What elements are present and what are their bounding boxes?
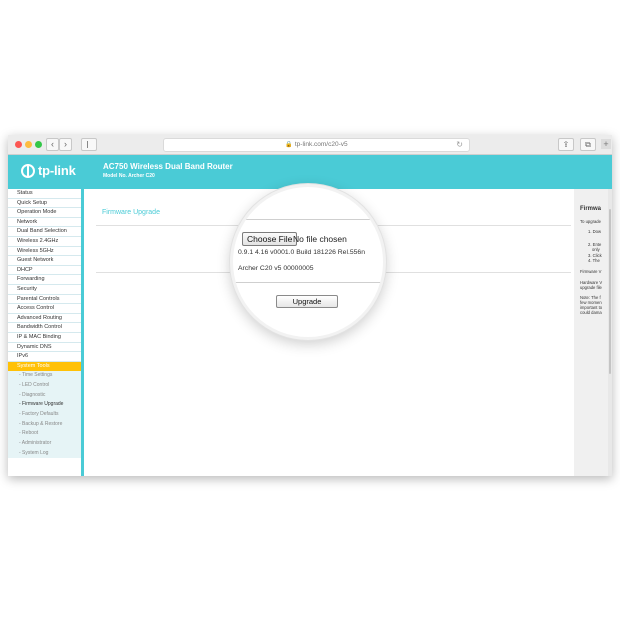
browser-toolbar: ‹ › 🔒 tp-link.com/c20-v5 ↻ ⇪ ⧉ + <box>8 135 612 155</box>
subitem-backup-restore[interactable]: - Backup & Restore <box>8 420 81 430</box>
sidebar-item-forwarding[interactable]: Forwarding <box>8 275 81 285</box>
help-line: only <box>592 247 600 252</box>
reload-icon[interactable]: ↻ <box>456 139 463 151</box>
sidebar-item-quick-setup[interactable]: Quick Setup <box>8 199 81 209</box>
system-tools-submenu: - Time Settings - LED Control - Diagnost… <box>8 371 81 459</box>
sidebar-item-ipv6[interactable]: IPv6 <box>8 352 81 362</box>
sidebar-item-system-tools[interactable]: System Tools <box>8 361 81 372</box>
sidebar-item-status[interactable]: Status <box>8 189 81 199</box>
help-scrollbar[interactable] <box>608 189 612 476</box>
address-bar[interactable]: 🔒 tp-link.com/c20-v5 ↻ <box>163 138 470 152</box>
share-icon[interactable]: ⇪ <box>558 138 574 151</box>
close-window-button[interactable] <box>15 141 22 148</box>
new-tab-icon[interactable]: + <box>601 139 611 149</box>
firmware-version: 0.9.1 4.16 v0001.0 Build 181226 Rel.556n <box>238 249 365 256</box>
sidebar-item-dhcp[interactable]: DHCP <box>8 266 81 276</box>
sidebar-item-ip-mac-binding[interactable]: IP & MAC Binding <box>8 333 81 343</box>
sidebar-menu: Status Quick Setup Operation Mode Networ… <box>8 189 84 476</box>
help-line: 1. Dow <box>588 229 602 234</box>
sidebar-item-advanced-routing[interactable]: Advanced Routing <box>8 314 81 324</box>
sidebar-item-network[interactable]: Network <box>8 218 81 228</box>
zoom-window-button[interactable] <box>35 141 42 148</box>
model-number: Model No. Archer C20 <box>103 173 155 179</box>
sidebar-item-bandwidth-control[interactable]: Bandwidth Control <box>8 323 81 333</box>
product-title: AC750 Wireless Dual Band Router <box>103 162 233 171</box>
subitem-diagnostic[interactable]: - Diagnostic <box>8 391 81 401</box>
help-line: 4. The <box>588 258 600 263</box>
help-line: Firmware V <box>580 269 602 274</box>
subitem-time-settings[interactable]: - Time Settings <box>8 371 81 381</box>
page-title: Firmware Upgrade <box>102 209 160 216</box>
tp-link-logo-icon <box>21 164 35 178</box>
sidebar-item-wireless-5ghz[interactable]: Wireless 5GHz <box>8 247 81 257</box>
subitem-administrator[interactable]: - Administrator <box>8 439 81 449</box>
divider <box>233 282 383 283</box>
sidebar-item-dynamic-dns[interactable]: Dynamic DNS <box>8 343 81 353</box>
help-line: upgrade file <box>580 285 602 290</box>
subitem-factory-defaults[interactable]: - Factory Defaults <box>8 410 81 420</box>
scrollbar-thumb[interactable] <box>609 209 611 374</box>
back-arrow-icon[interactable]: ‹ <box>46 138 59 151</box>
sidebar-item-security[interactable]: Security <box>8 285 81 295</box>
sidebar-item-parental-controls[interactable]: Parental Controls <box>8 295 81 305</box>
logo-text: tp-link <box>38 163 76 178</box>
divider <box>233 219 383 220</box>
tabs-overview-icon[interactable]: ⧉ <box>580 138 596 151</box>
lock-icon: 🔒 <box>285 142 293 148</box>
no-file-text: No file chosen <box>293 234 347 244</box>
sidebar-item-dual-band-selection[interactable]: Dual Band Selection <box>8 227 81 237</box>
subitem-firmware-upgrade[interactable]: - Firmware Upgrade <box>8 400 81 410</box>
sidebar-item-wireless-24ghz[interactable]: Wireless 2.4GHz <box>8 237 81 247</box>
subitem-reboot[interactable]: - Reboot <box>8 429 81 439</box>
sidebar-item-operation-mode[interactable]: Operation Mode <box>8 208 81 218</box>
help-line: could dama <box>580 310 602 315</box>
help-line: To upgrade <box>580 219 601 224</box>
choose-file-button[interactable]: Choose File <box>242 232 298 246</box>
subitem-led-control[interactable]: - LED Control <box>8 381 81 391</box>
minimize-window-button[interactable] <box>25 141 32 148</box>
help-title: Firmwa <box>580 206 602 212</box>
forward-arrow-icon[interactable]: › <box>59 138 72 151</box>
help-panel: Firmwa To upgrade 1. Dow 2. Ente only 3.… <box>574 189 612 476</box>
subitem-system-log[interactable]: - System Log <box>8 449 81 459</box>
upgrade-button[interactable]: Upgrade <box>276 295 338 308</box>
sidebar-item-access-control[interactable]: Access Control <box>8 304 81 314</box>
hardware-version: Archer C20 v5 00000005 <box>238 265 314 272</box>
magnifier-lens: Choose File No file chosen 0.9.1 4.16 v0… <box>230 184 386 340</box>
sidebar-toggle-icon[interactable] <box>81 138 97 151</box>
url-text: tp-link.com/c20-v5 <box>294 141 348 148</box>
sidebar-item-guest-network[interactable]: Guest Network <box>8 256 81 266</box>
